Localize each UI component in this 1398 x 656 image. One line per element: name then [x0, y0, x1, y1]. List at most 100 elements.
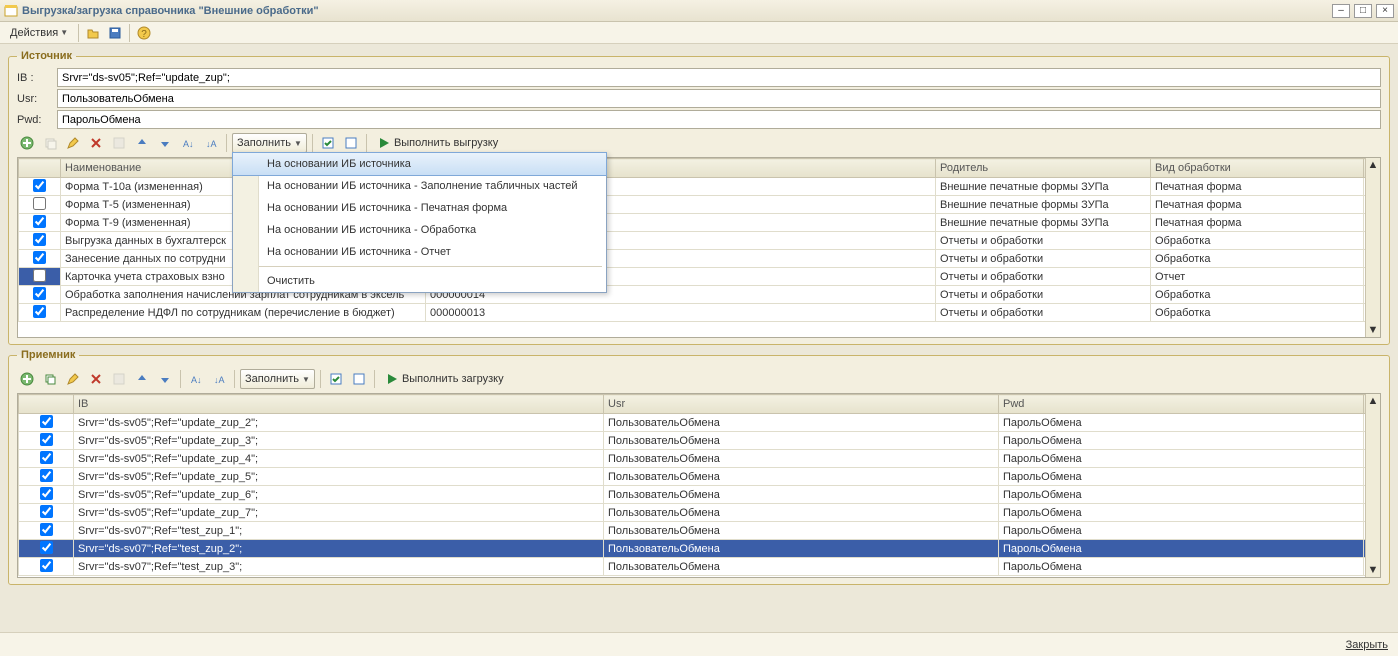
dropdown-clear[interactable]: Очистить — [233, 270, 606, 292]
table-row[interactable]: Распределение НДФЛ по сотрудникам (переч… — [19, 304, 1380, 322]
col-parent[interactable]: Родитель — [936, 159, 1151, 178]
source-fill-dropdown[interactable]: Заполнить ▼ — [232, 133, 307, 153]
minimize-button[interactable]: – — [1332, 4, 1350, 18]
col-check[interactable] — [19, 395, 74, 414]
row-checkbox[interactable] — [40, 469, 53, 482]
add-row-icon[interactable] — [17, 369, 37, 389]
uncheck-all-icon[interactable] — [341, 133, 361, 153]
table-row[interactable]: Srvr="ds-sv05";Ref="update_zup_5";Пользо… — [19, 468, 1380, 486]
move-up-icon[interactable] — [132, 369, 152, 389]
dropdown-item[interactable]: На основании ИБ источника - Заполнение т… — [233, 175, 606, 197]
row-checkbox[interactable] — [33, 197, 46, 210]
col-pwd[interactable]: Pwd — [999, 395, 1364, 414]
row-checkbox[interactable] — [33, 233, 46, 246]
sort-asc-icon[interactable]: A↓ — [186, 369, 206, 389]
row-checkbox-cell[interactable] — [19, 558, 74, 576]
scrollbar[interactable]: ▲ ▼ — [1365, 158, 1380, 337]
uncheck-all-icon[interactable] — [349, 369, 369, 389]
table-row[interactable]: Srvr="ds-sv05";Ref="update_zup_7";Пользо… — [19, 504, 1380, 522]
dropdown-item[interactable]: На основании ИБ источника - Отчет — [233, 241, 606, 263]
col-usr[interactable]: Usr — [604, 395, 999, 414]
row-checkbox-cell[interactable] — [19, 504, 74, 522]
refresh-icon[interactable] — [109, 369, 129, 389]
row-checkbox[interactable] — [40, 541, 53, 554]
help-icon[interactable]: ? — [134, 23, 154, 43]
copy-row-icon[interactable] — [40, 133, 60, 153]
row-checkbox-cell[interactable] — [19, 196, 61, 214]
row-checkbox[interactable] — [33, 251, 46, 264]
row-checkbox-cell[interactable] — [19, 304, 61, 322]
check-all-icon[interactable] — [318, 133, 338, 153]
row-checkbox-cell[interactable] — [19, 432, 74, 450]
row-checkbox[interactable] — [40, 505, 53, 518]
table-row[interactable]: Занесение данных по сотрудниОтчеты и обр… — [19, 250, 1380, 268]
edit-row-icon[interactable] — [63, 369, 83, 389]
table-row[interactable]: Srvr="ds-sv05";Ref="update_zup_3";Пользо… — [19, 432, 1380, 450]
row-checkbox-cell[interactable] — [19, 486, 74, 504]
scroll-up-icon[interactable]: ▲ — [1366, 394, 1380, 408]
dest-fill-dropdown[interactable]: Заполнить ▼ — [240, 369, 315, 389]
scrollbar[interactable]: ▲ ▼ — [1365, 394, 1380, 577]
row-checkbox[interactable] — [33, 305, 46, 318]
ib-input[interactable] — [57, 68, 1381, 87]
table-row[interactable]: Карточка учета страховых взноОтчеты и об… — [19, 268, 1380, 286]
maximize-button[interactable]: □ — [1354, 4, 1372, 18]
scroll-up-icon[interactable]: ▲ — [1366, 158, 1380, 172]
table-row[interactable]: Форма Т-10а (измененная)Внешние печатные… — [19, 178, 1380, 196]
row-checkbox[interactable] — [40, 559, 53, 572]
table-row[interactable]: Srvr="ds-sv05";Ref="update_zup_2";Пользо… — [19, 414, 1380, 432]
row-checkbox[interactable] — [40, 487, 53, 500]
refresh-icon[interactable] — [109, 133, 129, 153]
dropdown-item[interactable]: На основании ИБ источника — [232, 152, 607, 176]
row-checkbox-cell[interactable] — [19, 468, 74, 486]
check-all-icon[interactable] — [326, 369, 346, 389]
table-row[interactable]: Srvr="ds-sv07";Ref="test_zup_1";Пользова… — [19, 522, 1380, 540]
row-checkbox-cell[interactable] — [19, 232, 61, 250]
row-checkbox-cell[interactable] — [19, 522, 74, 540]
row-checkbox-cell[interactable] — [19, 286, 61, 304]
delete-row-icon[interactable] — [86, 369, 106, 389]
dropdown-item[interactable]: На основании ИБ источника - Обработка — [233, 219, 606, 241]
sort-asc-icon[interactable]: A↓ — [178, 133, 198, 153]
row-checkbox[interactable] — [40, 451, 53, 464]
delete-row-icon[interactable] — [86, 133, 106, 153]
row-checkbox[interactable] — [33, 215, 46, 228]
source-run-button[interactable]: Выполнить выгрузку — [372, 133, 504, 153]
edit-row-icon[interactable] — [63, 133, 83, 153]
table-row[interactable]: Srvr="ds-sv05";Ref="update_zup_6";Пользо… — [19, 486, 1380, 504]
col-check[interactable] — [19, 159, 61, 178]
row-checkbox-cell[interactable] — [19, 250, 61, 268]
scroll-down-icon[interactable]: ▼ — [1366, 563, 1380, 577]
add-row-icon[interactable] — [17, 133, 37, 153]
row-checkbox[interactable] — [40, 523, 53, 536]
move-down-icon[interactable] — [155, 133, 175, 153]
row-checkbox[interactable] — [40, 415, 53, 428]
save-icon[interactable] — [105, 23, 125, 43]
move-down-icon[interactable] — [155, 369, 175, 389]
actions-menu[interactable]: Действия ▼ — [4, 25, 74, 41]
close-window-button[interactable]: × — [1376, 4, 1394, 18]
table-row[interactable]: Srvr="ds-sv07";Ref="test_zup_3";Пользова… — [19, 558, 1380, 576]
row-checkbox-cell[interactable] — [19, 268, 61, 286]
table-row[interactable]: Форма Т-5 (измененная)Внешние печатные ф… — [19, 196, 1380, 214]
dest-run-button[interactable]: Выполнить загрузку — [380, 369, 510, 389]
usr-input[interactable] — [57, 89, 1381, 108]
row-checkbox[interactable] — [33, 179, 46, 192]
table-row[interactable]: Srvr="ds-sv05";Ref="update_zup_4";Пользо… — [19, 450, 1380, 468]
copy-row-icon[interactable] — [40, 369, 60, 389]
row-checkbox[interactable] — [33, 287, 46, 300]
open-icon[interactable] — [83, 23, 103, 43]
pwd-input[interactable] — [57, 110, 1381, 129]
scroll-down-icon[interactable]: ▼ — [1366, 323, 1380, 337]
row-checkbox[interactable] — [33, 269, 46, 282]
row-checkbox[interactable] — [40, 433, 53, 446]
col-ib[interactable]: IB — [74, 395, 604, 414]
row-checkbox-cell[interactable] — [19, 540, 74, 558]
col-kind[interactable]: Вид обработки — [1151, 159, 1364, 178]
table-row[interactable]: Выгрузка данных в бухгалтерскОтчеты и об… — [19, 232, 1380, 250]
row-checkbox-cell[interactable] — [19, 178, 61, 196]
sort-desc-icon[interactable]: ↓A — [209, 369, 229, 389]
table-row[interactable]: Обработка заполнения начислений зарплат … — [19, 286, 1380, 304]
table-row[interactable]: Srvr="ds-sv07";Ref="test_zup_2";Пользова… — [19, 540, 1380, 558]
close-button[interactable]: Закрыть — [1346, 639, 1388, 651]
